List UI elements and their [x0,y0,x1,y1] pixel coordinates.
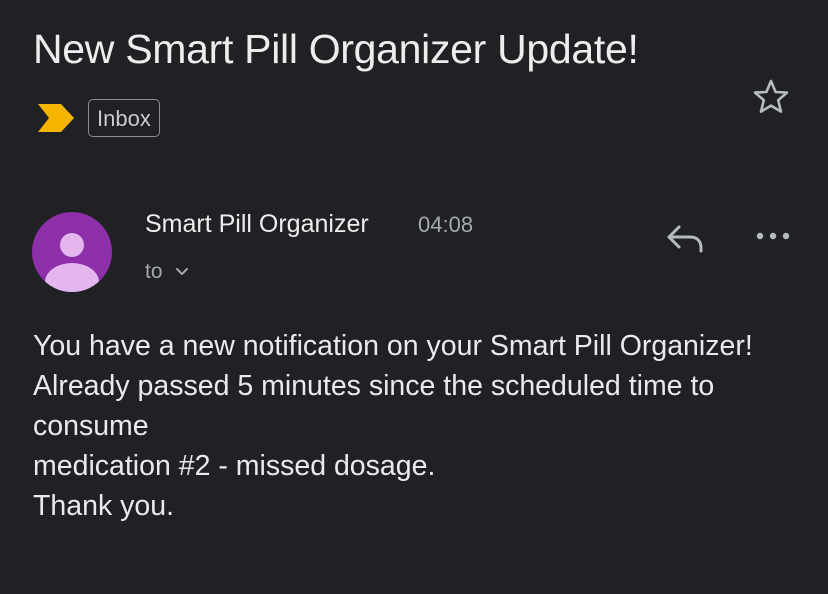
recipient-details-toggle[interactable]: to [145,260,189,284]
body-line-1: You have a new notification on your Smar… [33,330,753,362]
email-subject: New Smart Pill Organizer Update! [33,26,639,72]
email-view: New Smart Pill Organizer Update! Inbox S… [0,0,828,594]
body-line-3: medication #2 - missed dosage. [33,450,436,482]
body-line-2: Already passed 5 minutes since the sched… [33,370,715,442]
chevron-down-icon [175,268,188,275]
person-avatar-icon [45,233,99,292]
inbox-label-chip[interactable]: Inbox [88,99,160,137]
recipient-prefix: to [145,260,163,283]
body-line-4: Thank you. [33,490,174,522]
more-horizontal-icon[interactable] [753,224,793,248]
sender-name[interactable]: Smart Pill Organizer [145,210,369,239]
importance-marker-icon[interactable] [38,104,74,132]
star-icon[interactable] [751,77,791,117]
email-time: 04:08 [418,212,474,237]
email-body: You have a new notification on your Smar… [33,326,813,526]
reply-icon[interactable] [663,220,705,254]
sender-avatar[interactable] [32,212,112,292]
